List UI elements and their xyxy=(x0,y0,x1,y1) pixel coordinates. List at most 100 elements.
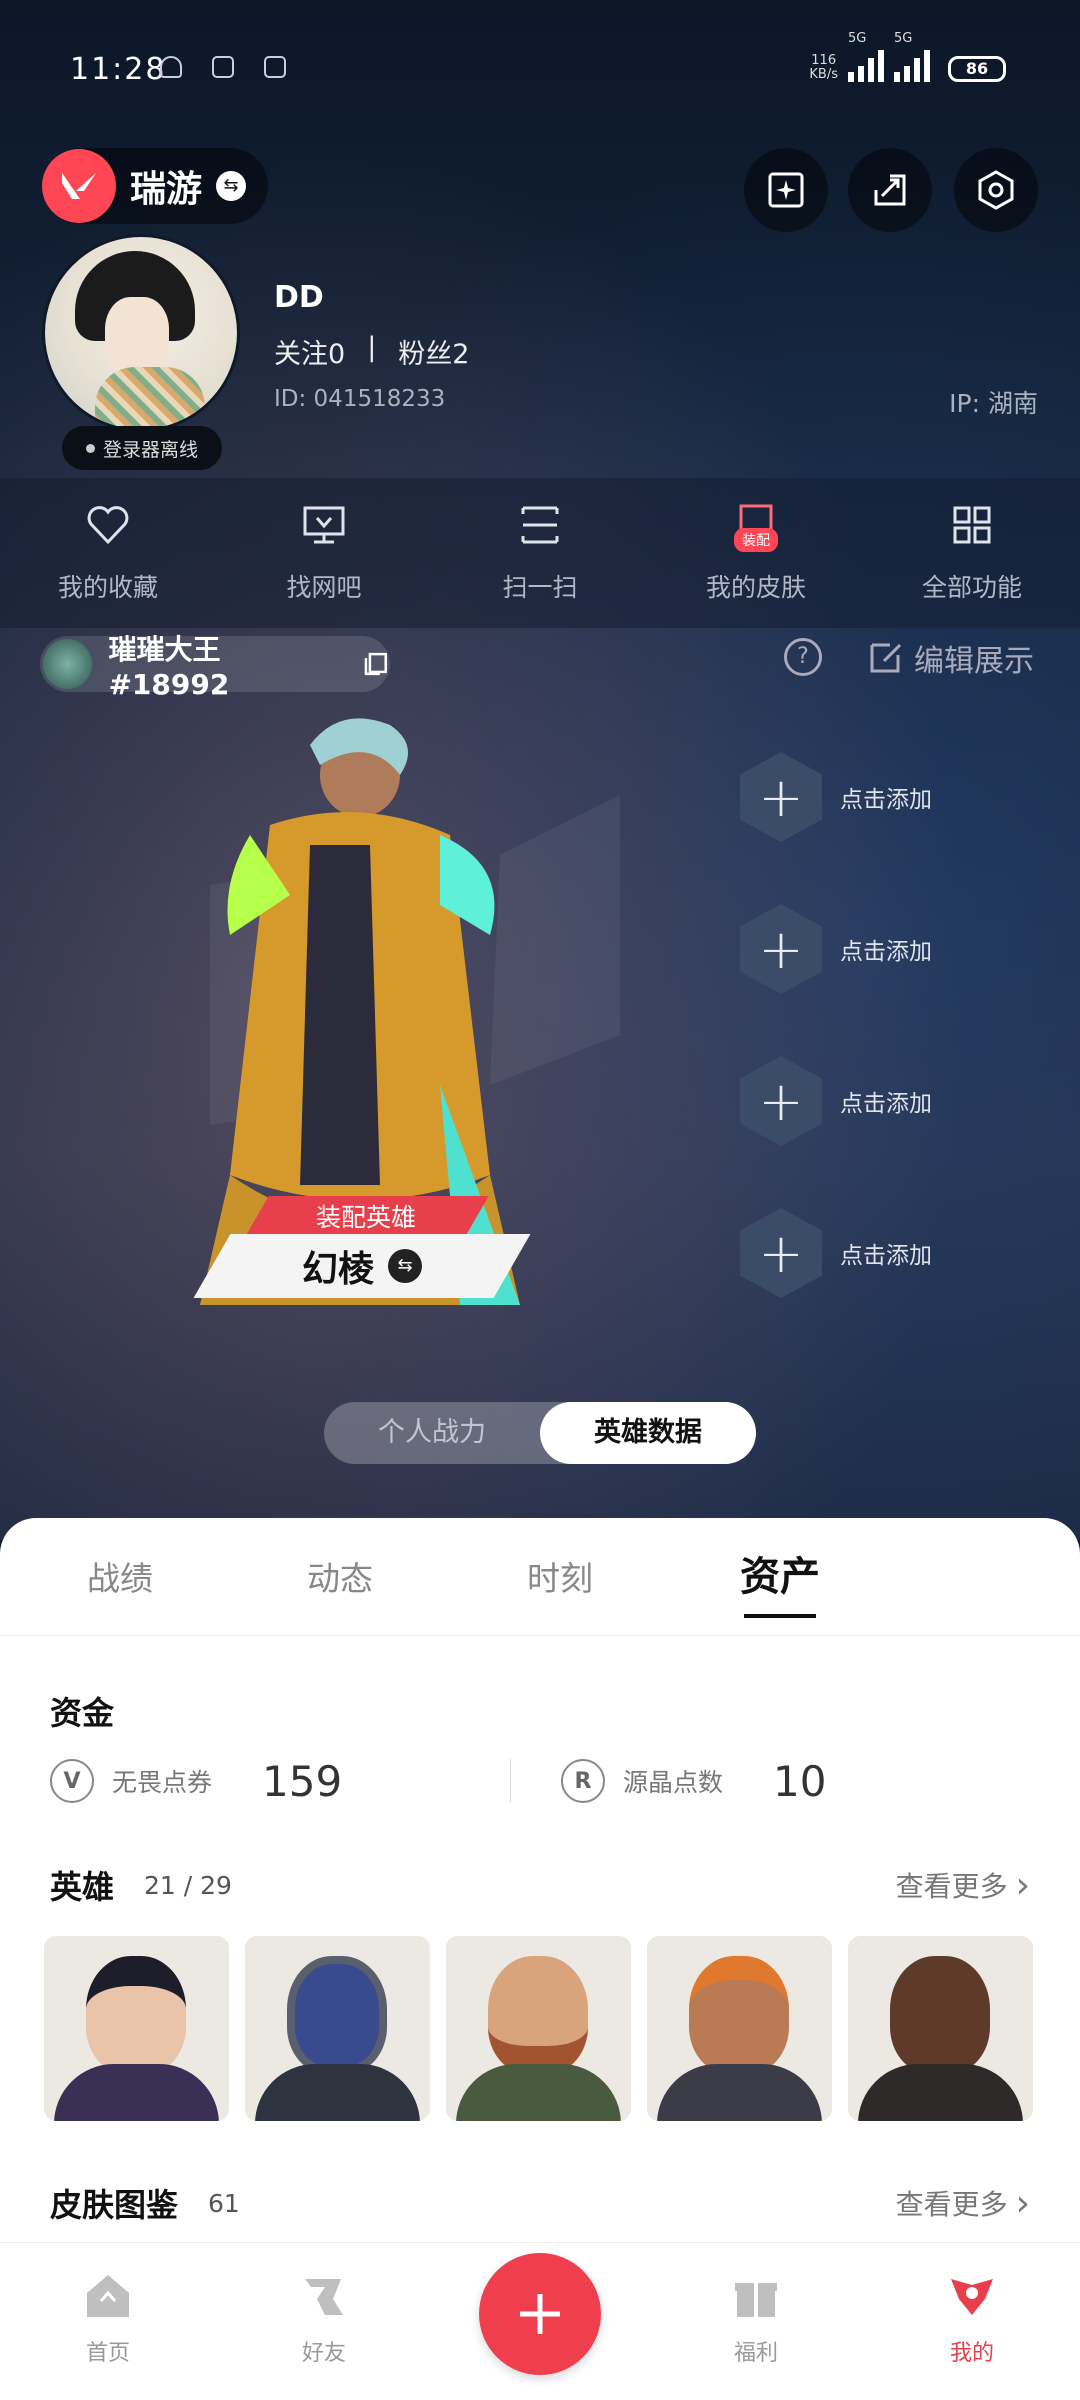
bell-icon xyxy=(160,56,182,78)
ai-image-button[interactable] xyxy=(744,148,828,232)
status-bar: 11:28 116 KB/s 5G 5G 86 xyxy=(0,0,1080,140)
followers-count[interactable]: 粉丝2 xyxy=(398,332,469,371)
network-speed: 116 KB/s xyxy=(809,53,838,82)
quick-action-all-features[interactable]: 全部功能 xyxy=(864,478,1080,628)
fund-valorant-points: V 无畏点券 159 xyxy=(50,1757,510,1806)
skins-header: 皮肤图鉴 61 查看更多 › xyxy=(50,2180,1030,2226)
heart-icon xyxy=(87,506,129,545)
signal-sim2-icon: 5G xyxy=(894,32,930,82)
create-post-button[interactable] xyxy=(479,2253,601,2375)
profile-icon xyxy=(951,2279,993,2315)
monitor-icon xyxy=(303,506,345,544)
switch-agent-icon[interactable]: ⇆ xyxy=(388,1249,422,1283)
settings-button[interactable] xyxy=(954,148,1038,232)
username: DD xyxy=(274,280,324,315)
hero-card[interactable] xyxy=(647,1936,832,2121)
tab-assets[interactable]: 资产 xyxy=(670,1518,890,1635)
friends-icon xyxy=(305,2279,343,2315)
share-icon xyxy=(874,174,906,206)
add-slot-1[interactable]: + 点击添加 xyxy=(740,752,980,842)
grid-icon xyxy=(953,506,991,544)
tab-active-indicator xyxy=(744,1614,816,1618)
plus-icon: + xyxy=(740,904,822,994)
chevron-right-icon: › xyxy=(1015,1864,1030,1906)
divider xyxy=(510,1759,511,1803)
follow-stats: 关注0 | 粉丝2 xyxy=(274,332,469,371)
hero-card[interactable] xyxy=(245,1936,430,2121)
skins-see-more-link[interactable]: 查看更多 xyxy=(896,2183,1008,2223)
bottom-navigation: 首页 好友 福利 我的 xyxy=(0,2242,1080,2400)
brand-name: 瑞游 xyxy=(130,169,203,210)
quick-action-favorites[interactable]: 我的收藏 xyxy=(0,478,216,628)
equip-badge: 装配 xyxy=(734,528,778,552)
follow-separator: | xyxy=(367,332,377,363)
status-time: 11:28 xyxy=(70,52,167,87)
add-slot-2[interactable]: + 点击添加 xyxy=(740,904,980,994)
valorant-points-value: 159 xyxy=(262,1756,343,1806)
copy-icon[interactable] xyxy=(362,650,390,678)
avatar[interactable] xyxy=(42,234,240,432)
hero-card[interactable] xyxy=(44,1936,229,2121)
segment-agent-data[interactable]: 英雄数据 xyxy=(540,1402,756,1464)
agent-name: 幻棱 xyxy=(301,1249,374,1290)
nav-home[interactable]: 首页 xyxy=(0,2243,216,2400)
gift-icon xyxy=(735,2283,777,2317)
gear-icon xyxy=(978,170,1014,210)
quick-action-find-cafe[interactable]: 找网吧 xyxy=(216,478,432,628)
status-right-group: 116 KB/s 5G 5G 86 xyxy=(809,32,1006,82)
game-switcher[interactable]: 瑞游 ⇆ xyxy=(42,148,268,224)
battery-icon: 86 xyxy=(948,56,1006,82)
chevron-right-icon: › xyxy=(1015,2182,1030,2224)
plus-icon xyxy=(520,2294,560,2334)
add-slot-3[interactable]: + 点击添加 xyxy=(740,1056,980,1146)
signal-sim1-icon: 5G xyxy=(848,32,884,82)
status-dot-icon xyxy=(85,443,95,453)
game-notification-icon xyxy=(212,56,234,78)
heroes-count: 21 / 29 xyxy=(144,1870,232,1900)
riot-id-tag[interactable]: 璀璀大王 #18992 xyxy=(40,633,390,701)
profile-tabs: 战绩 动态 时刻 资产 xyxy=(0,1518,1080,1636)
tab-feed[interactable]: 动态 xyxy=(230,1518,450,1635)
heroes-see-more-link[interactable]: 查看更多 xyxy=(896,1865,1008,1905)
heroes-list xyxy=(44,1936,1033,2121)
skins-count: 61 xyxy=(208,2188,240,2218)
equipped-agent-badge[interactable]: 装配英雄 幻棱 ⇆ xyxy=(193,1196,532,1300)
heroes-header: 英雄 21 / 29 查看更多 › xyxy=(50,1862,1030,1908)
tab-moments[interactable]: 时刻 xyxy=(450,1518,670,1635)
radianite-points-value: 10 xyxy=(773,1756,827,1806)
agent-name-plate: 幻棱 ⇆ xyxy=(193,1234,531,1298)
sparkle-card-icon xyxy=(768,172,804,208)
funds-row: V 无畏点券 159 R 源晶点数 10 xyxy=(50,1746,1030,1816)
scan-icon xyxy=(521,506,559,544)
radianite-points-icon: R xyxy=(561,1759,605,1803)
user-id: ID: 041518233 xyxy=(274,386,446,412)
heroes-title: 英雄 xyxy=(50,1868,115,1906)
profile-header-background: 11:28 116 KB/s 5G 5G 86 瑞游 ⇆ 登录器离线 DD 关注… xyxy=(0,0,1080,1540)
stats-segmented-control: 个人战力 英雄数据 xyxy=(324,1402,756,1464)
quick-action-scan[interactable]: 扫一扫 xyxy=(432,478,648,628)
fund-radianite-points: R 源晶点数 10 xyxy=(561,1757,1021,1806)
funds-title: 资金 xyxy=(50,1694,115,1732)
nav-create[interactable] xyxy=(432,2243,648,2400)
nav-friends[interactable]: 好友 xyxy=(216,2243,432,2400)
segment-personal-power[interactable]: 个人战力 xyxy=(324,1402,540,1464)
quick-actions: 我的收藏 找网吧 扫一扫 装配 我的皮肤 全部功能 xyxy=(0,478,1080,628)
riot-id: 璀璀大王 #18992 xyxy=(108,632,230,701)
quick-action-my-skins[interactable]: 装配 我的皮肤 xyxy=(648,478,864,628)
tab-record[interactable]: 战绩 xyxy=(10,1518,230,1635)
hero-card[interactable] xyxy=(446,1936,631,2121)
home-icon xyxy=(87,2275,129,2317)
edit-display-button[interactable]: 编辑展示 xyxy=(866,636,1034,680)
hero-card[interactable] xyxy=(848,1936,1033,2121)
plus-icon: + xyxy=(740,1208,822,1298)
following-count[interactable]: 关注0 xyxy=(274,332,345,371)
plus-icon: + xyxy=(740,752,822,842)
online-status-badge: 登录器离线 xyxy=(62,426,222,470)
valorant-points-icon: V xyxy=(50,1759,94,1803)
skins-title: 皮肤图鉴 xyxy=(50,2186,179,2224)
share-button[interactable] xyxy=(848,148,932,232)
nav-me[interactable]: 我的 xyxy=(864,2243,1080,2400)
nav-benefits[interactable]: 福利 xyxy=(648,2243,864,2400)
add-slot-4[interactable]: + 点击添加 xyxy=(740,1208,980,1298)
help-icon[interactable]: ? xyxy=(784,638,822,676)
